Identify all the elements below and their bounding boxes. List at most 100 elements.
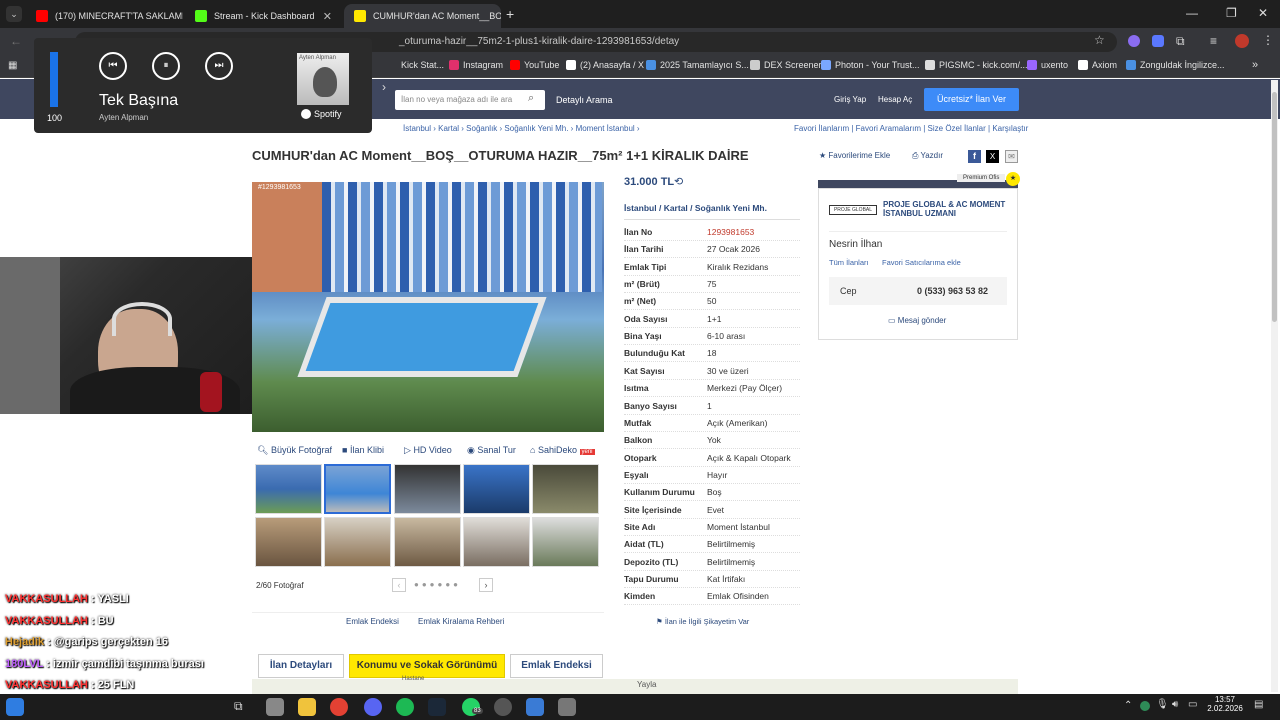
chevron-right-icon[interactable]: › [382,80,386,94]
compare-link[interactable]: Karşılaştır [992,124,1028,133]
phone-number[interactable]: 0 (533) 963 53 82 [917,286,988,296]
tab-list-icon[interactable]: ≡ [1210,34,1217,48]
seller-company[interactable]: PROJE GLOBAL & AC MOMENT İSTANBUL UZMANI [883,200,1009,218]
breadcrumb-item[interactable]: Soğanlık [466,124,497,133]
photo-thumbnail[interactable] [255,517,322,567]
favorite-searches-link[interactable]: Favori Aramalarım [856,124,921,133]
scrollbar-thumb[interactable] [1272,92,1277,322]
bookmark-2025[interactable]: 2025 Tamamlayıcı S... [646,60,749,70]
app-icon[interactable] [494,698,512,716]
bookmark-star-icon[interactable]: ☆ [1094,33,1105,47]
apps-grid-icon[interactable]: ▦ [8,60,17,71]
next-track-icon[interactable]: ⏭ [205,52,233,80]
bookmark-axiom[interactable]: Axiom [1078,60,1117,70]
chat-username[interactable]: VAKKASULLAH [5,615,88,627]
photo-thumbnail[interactable] [394,464,461,514]
tray-app-icon[interactable] [1140,701,1150,711]
tab-real-estate-index[interactable]: Emlak Endeksi [510,654,603,678]
discord-icon[interactable] [364,698,382,716]
app-icon[interactable] [266,698,284,716]
bookmark-photon[interactable]: Photon - Your Trust... [821,60,920,70]
app-icon[interactable] [558,698,576,716]
scrollbar[interactable] [1271,80,1278,692]
breadcrumb-item[interactable]: İstanbul [403,124,431,133]
tab-kick-dashboard[interactable]: Stream - Kick Dashboard ✕ [185,4,342,28]
large-photo-link[interactable]: 🔍︎ Büyük Fotoğraf [257,445,332,456]
new-tab-button[interactable]: + [506,6,514,22]
chat-username[interactable]: VAKKASULLAH [5,593,88,605]
all-ads-link[interactable]: Tüm İlanları [829,258,869,267]
photo-thumbnail[interactable] [463,464,530,514]
mail-icon[interactable]: ✉ [1005,150,1018,163]
photo-page-dots[interactable]: ●●●●●● [414,580,461,589]
steam-icon[interactable] [428,698,446,716]
extension-icon[interactable] [1128,35,1140,47]
task-view-icon[interactable]: ⧉ [234,699,243,714]
notifications-icon[interactable]: ▤ [1254,699,1263,710]
photo-thumbnail[interactable] [324,517,391,567]
bookmark-x[interactable]: (2) Anasayfa / X [566,60,644,70]
file-explorer-icon[interactable] [298,698,316,716]
microphone-icon[interactable]: 🎙︎ [1156,699,1169,710]
network-icon[interactable]: ▭ [1188,699,1197,710]
tab-listing-details[interactable]: İlan Detayları [258,654,344,678]
real-estate-index-link[interactable]: Emlak Endeksi [346,617,399,626]
bookmark-uxento[interactable]: uxento [1027,60,1068,70]
print-link[interactable]: ⎙ Yazdır [912,151,943,161]
favorite-listings-link[interactable]: Favori İlanlarım [794,124,849,133]
tray-chevron-icon[interactable]: ⌃ [1124,700,1132,711]
puzzle-icon[interactable]: ⧉ [1176,34,1185,49]
menu-icon[interactable]: ⋮ [1262,33,1274,47]
back-icon[interactable]: ← [10,34,22,48]
close-icon[interactable]: ✕ [317,10,332,23]
add-favorite-link[interactable]: ★ Favorilerime Ekle [819,151,890,160]
chat-username[interactable]: VAKKASULLAH [5,679,88,691]
clock[interactable]: 13:57 2.02.2026 [1206,695,1244,713]
extension-icon[interactable] [1152,35,1164,47]
breadcrumb-item[interactable]: Soğanlık Yeni Mh. [504,124,568,133]
rental-guide-link[interactable]: Emlak Kiralama Rehberi [418,617,504,626]
report-link[interactable]: ⚑ İlan ile İlgili Şikayetim Var [656,617,749,626]
spotify-icon[interactable] [396,698,414,716]
bookmark-zonguldak[interactable]: Zonguldak İngilizce... [1126,60,1225,70]
search-input[interactable]: İlan no veya mağaza adı ile ara [395,90,545,110]
seller-logo[interactable]: PROJE GLOBAL [829,205,877,215]
price-history-icon[interactable]: ⟲ [674,175,683,188]
add-favorite-seller-link[interactable]: Favori Satıcılarıma ekle [882,258,961,267]
previous-track-icon[interactable]: ⏮ [99,52,127,80]
chat-username[interactable]: Hejadik [5,636,44,648]
start-icon[interactable] [6,698,24,716]
chrome-icon[interactable] [330,698,348,716]
send-message-link[interactable]: ▭ Mesaj gönder [888,316,946,325]
photo-thumbnail[interactable] [532,464,599,514]
photo-thumbnail[interactable] [394,517,461,567]
virtual-tour-link[interactable]: ◉ Sanal Tur [467,445,516,456]
breadcrumb-item[interactable]: Moment İstanbul [576,124,635,133]
special-listings-link[interactable]: Size Özel İlanlar [928,124,986,133]
hd-video-link[interactable]: ▷ HD Video [404,445,452,456]
location-item[interactable]: Kartal [664,203,688,213]
map[interactable]: Yayla Hastane [252,676,1018,694]
more-bookmarks-icon[interactable]: » [1252,59,1258,71]
bookmark-pigsmc[interactable]: PIGSMC - kick.com/... [925,60,1028,70]
x-share-icon[interactable]: X [986,150,999,163]
tab-youtube[interactable]: (170) MINECRAFT'TA SAKLAMB ✕ [26,4,183,28]
bookmark-instagram[interactable]: Instagram [449,60,503,70]
photo-thumbnail[interactable] [255,464,322,514]
avatar[interactable] [1235,34,1249,48]
app-icon[interactable] [526,698,544,716]
tab-search-icon[interactable]: ⌄ [6,6,22,22]
prev-photo-button[interactable]: ‹ [392,578,406,592]
breadcrumb-item[interactable]: Kartal [438,124,459,133]
photo-thumbnail-selected[interactable] [324,464,391,514]
bookmark-youtube[interactable]: YouTube [510,60,559,70]
speaker-icon[interactable]: 🔊︎ [1172,699,1178,710]
bookmark-kick-stat[interactable]: Kick Stat... [401,60,444,70]
main-photo[interactable]: #1293981653 [252,182,604,432]
photo-thumbnail[interactable] [532,517,599,567]
search-icon[interactable]: ⌕ [528,92,534,105]
location-item[interactable]: İstanbul [624,203,657,213]
bookmark-dex[interactable]: DEX Screener [750,60,822,70]
volume-track[interactable] [50,52,58,107]
ad-clip-link[interactable]: ■ İlan Klibi [342,445,384,455]
